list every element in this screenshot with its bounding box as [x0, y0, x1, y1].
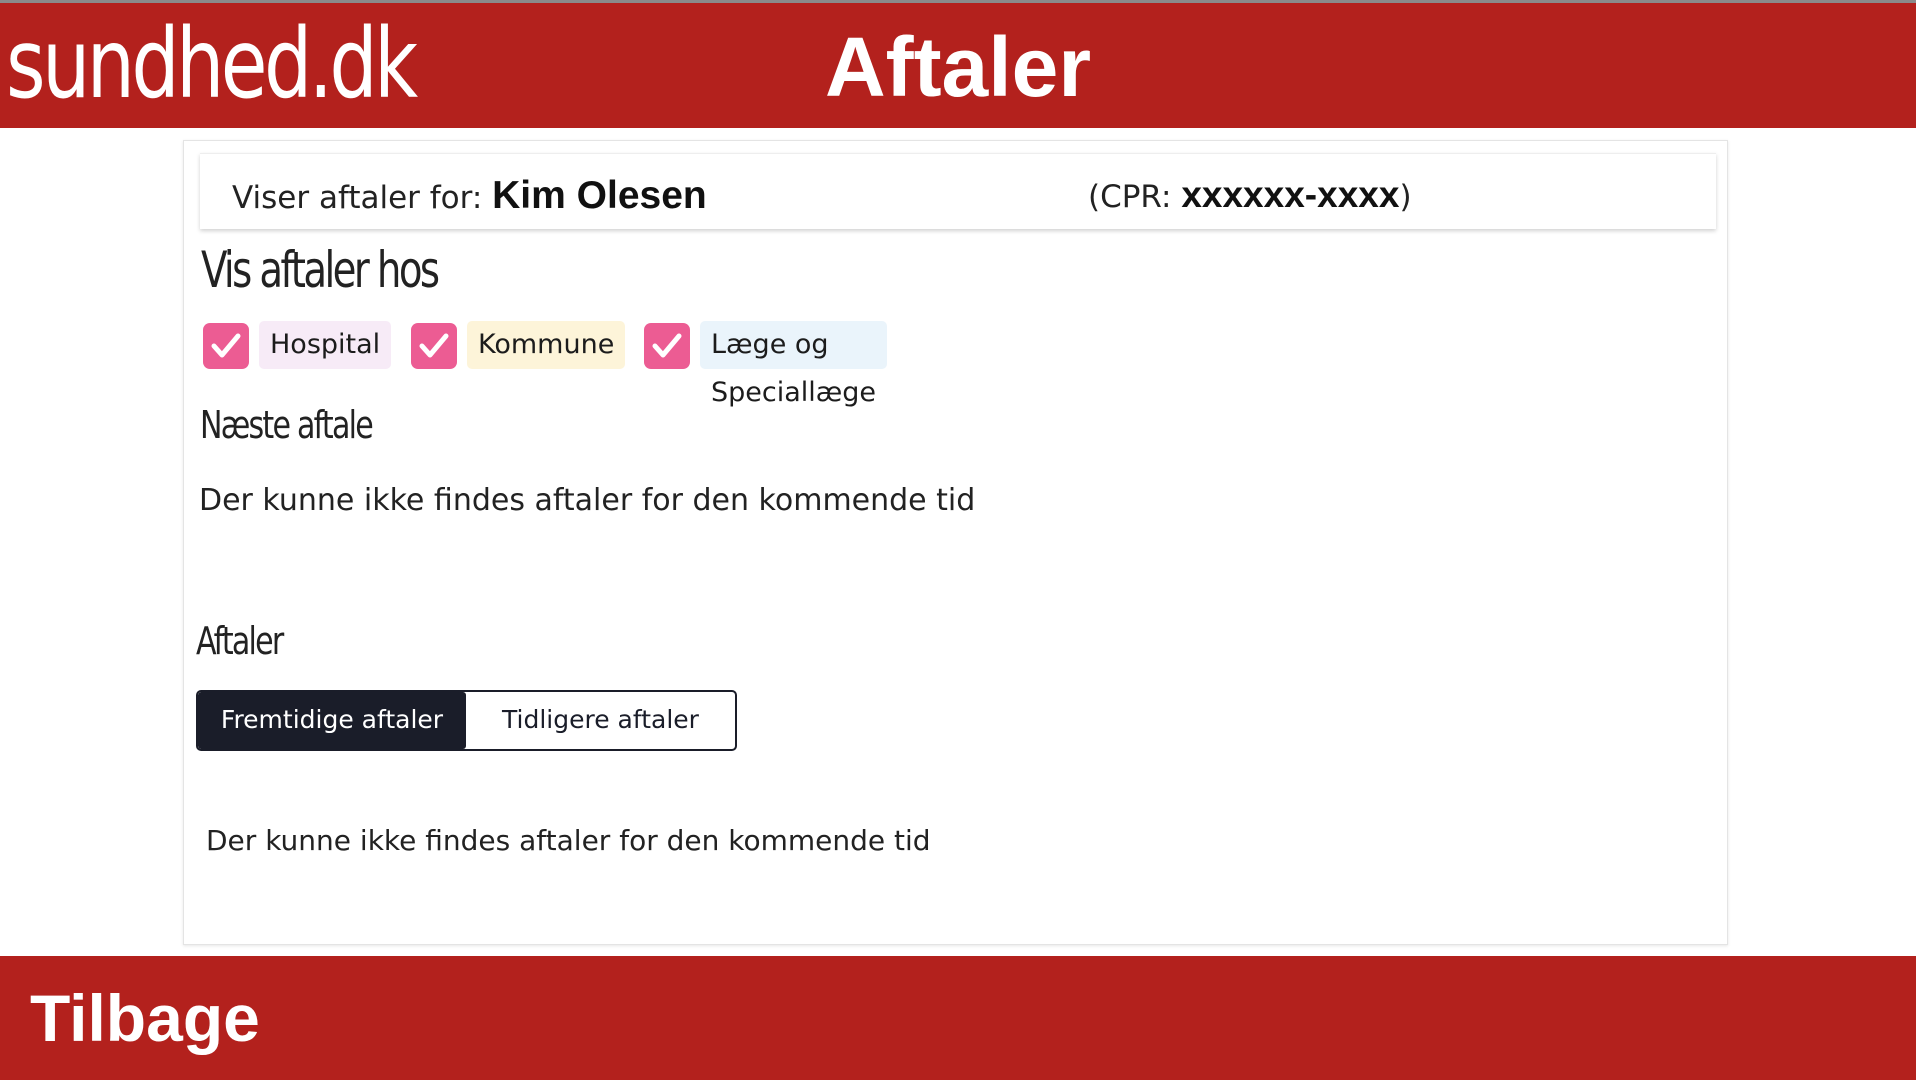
filter-section-title: Vis aftaler hos — [201, 241, 440, 299]
cpr-prefix: (CPR: — [1088, 179, 1182, 215]
page-title: Aftaler — [824, 20, 1092, 114]
cpr-row: (CPR: xxxxxx-xxxx) — [1088, 174, 1412, 216]
patient-name: Kim Olesen — [492, 174, 707, 217]
tab-future-appointments[interactable]: Fremtidige aftaler — [198, 692, 466, 749]
appointments-empty-message: Der kunne ikke findes aftaler for den ko… — [206, 824, 931, 857]
kommune-checkbox[interactable] — [411, 323, 457, 369]
appointments-panel: Viser aftaler for: Kim Olesen (CPR: xxxx… — [183, 140, 1728, 945]
patient-info-card: Viser aftaler for: Kim Olesen (CPR: xxxx… — [200, 153, 1716, 229]
top-header-bar: sundhed.dk Aftaler — [0, 0, 1916, 128]
appointments-toggle: Fremtidige aftaler Tidligere aftaler — [196, 690, 737, 751]
laege-checkbox[interactable] — [644, 323, 690, 369]
back-button[interactable]: Tilbage — [30, 976, 260, 1060]
cpr-value: xxxxxx-xxxx — [1181, 174, 1400, 215]
hospital-checkbox[interactable] — [203, 323, 249, 369]
next-appointment-title: Næste aftale — [200, 403, 374, 447]
tab-past-appointments[interactable]: Tidligere aftaler — [466, 692, 735, 749]
patient-label-row: Viser aftaler for: Kim Olesen — [232, 174, 707, 218]
cpr-suffix: ) — [1399, 179, 1412, 215]
hospital-chip[interactable]: Hospital — [259, 321, 392, 369]
check-icon — [211, 333, 241, 358]
bottom-bar: Tilbage — [0, 956, 1916, 1080]
check-icon — [419, 333, 449, 358]
patient-label: Viser aftaler for: — [232, 180, 493, 216]
check-icon — [652, 333, 682, 358]
laege-chip[interactable]: Læge og Speciallæge — [700, 321, 888, 408]
next-appointment-empty-message: Der kunne ikke findes aftaler for den ko… — [199, 483, 976, 518]
kommune-chip[interactable]: Kommune — [467, 321, 626, 369]
appointments-title: Aftaler — [196, 619, 284, 663]
